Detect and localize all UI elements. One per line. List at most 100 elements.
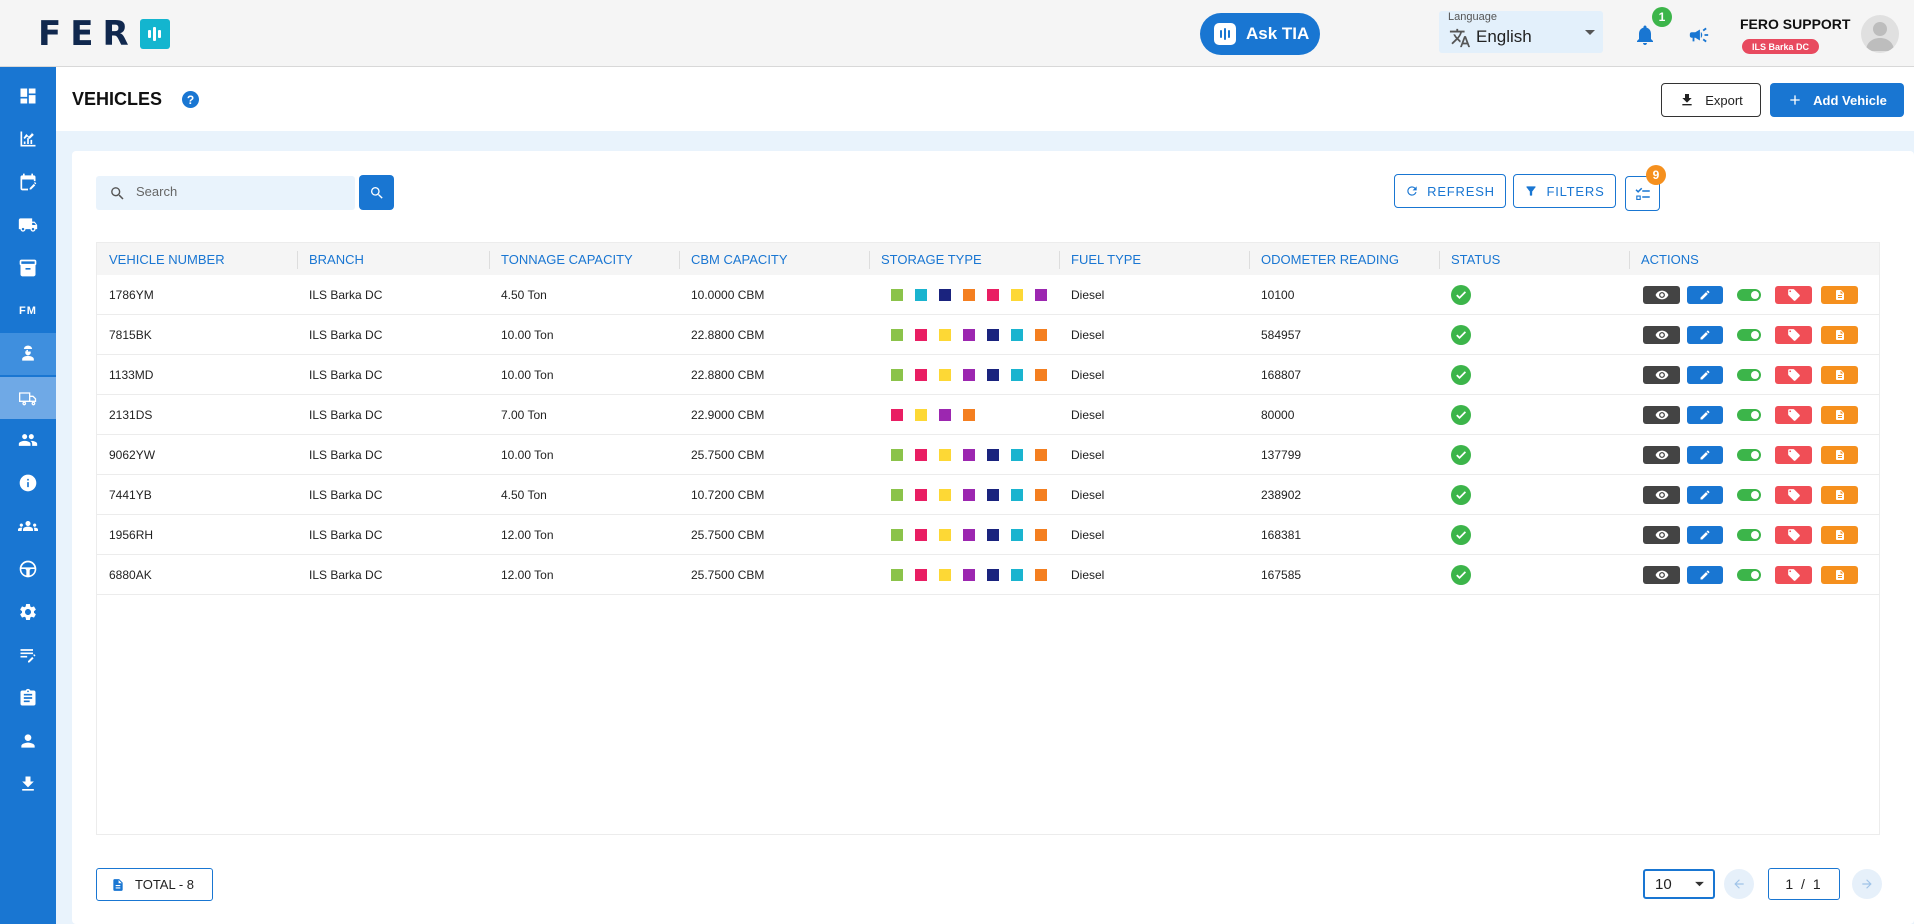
document-button[interactable] (1821, 286, 1858, 304)
tag-button[interactable] (1775, 486, 1812, 504)
table-row[interactable]: 1786YM ILS Barka DC 4.50 Ton 10.0000 CBM Die… (97, 275, 1879, 315)
refresh-button[interactable]: REFRESH (1394, 174, 1506, 208)
filters-button[interactable]: FILTERS (1513, 174, 1616, 208)
cell-odometer: 10100 (1261, 288, 1295, 302)
table-row[interactable]: 6880AK ILS Barka DC 12.00 Ton 25.7500 CBM Di… (97, 555, 1879, 595)
storage-swatch (963, 289, 975, 301)
edit-button[interactable] (1687, 486, 1723, 504)
document-button[interactable] (1821, 486, 1858, 504)
col-fuel-type[interactable]: FUEL TYPE (1071, 243, 1141, 275)
sidebar-item-fm[interactable]: FM (0, 290, 56, 332)
fero-logo[interactable]: FER (38, 14, 170, 54)
help-icon[interactable]: ? (182, 91, 199, 108)
bell-icon[interactable] (1633, 23, 1657, 47)
active-toggle[interactable] (1737, 329, 1761, 341)
view-button[interactable] (1643, 406, 1680, 424)
cell-fuel-type: Diesel (1071, 528, 1105, 542)
active-toggle[interactable] (1737, 369, 1761, 381)
sidebar-item-drivers[interactable] (0, 548, 56, 590)
view-button[interactable] (1643, 526, 1680, 544)
cell-vehicle-number: 9062YW (109, 448, 156, 462)
col-tonnage-capacity[interactable]: TONNAGE CAPACITY (501, 243, 633, 275)
active-toggle[interactable] (1737, 569, 1761, 581)
active-toggle[interactable] (1737, 529, 1761, 541)
col-vehicle-number[interactable]: VEHICLE NUMBER (109, 243, 225, 275)
table-row[interactable]: 2131DS ILS Barka DC 7.00 Ton 22.9000 CBM Die… (97, 395, 1879, 435)
sidebar-item-edit[interactable] (0, 634, 56, 676)
megaphone-icon[interactable] (1687, 24, 1711, 46)
user-name[interactable]: FERO SUPPORT (1740, 16, 1850, 32)
document-button[interactable] (1821, 566, 1858, 584)
table-row[interactable]: 1133MD ILS Barka DC 10.00 Ton 22.8800 CBM Di… (97, 355, 1879, 395)
sidebar-item-planner[interactable] (0, 161, 56, 203)
sidebar-item-fleet[interactable] (0, 333, 56, 375)
avatar[interactable] (1861, 15, 1899, 53)
sidebar-item-settings[interactable] (0, 591, 56, 633)
document-button[interactable] (1821, 366, 1858, 384)
tag-button[interactable] (1775, 366, 1812, 384)
view-button[interactable] (1643, 446, 1680, 464)
sidebar-item-trips[interactable] (0, 204, 56, 246)
view-button[interactable] (1643, 366, 1680, 384)
edit-button[interactable] (1687, 446, 1723, 464)
document-button[interactable] (1821, 526, 1858, 544)
edit-button[interactable] (1687, 366, 1723, 384)
edit-button[interactable] (1687, 326, 1723, 344)
tag-button[interactable] (1775, 326, 1812, 344)
language-select[interactable]: Language English (1439, 11, 1603, 53)
active-toggle[interactable] (1737, 289, 1761, 301)
add-vehicle-button[interactable]: Add Vehicle (1770, 83, 1904, 117)
storage-swatch (1011, 329, 1023, 341)
previous-page-button[interactable] (1724, 869, 1754, 899)
edit-button[interactable] (1687, 286, 1723, 304)
tag-button[interactable] (1775, 446, 1812, 464)
tag-button[interactable] (1775, 406, 1812, 424)
view-button[interactable] (1643, 286, 1680, 304)
col-storage-type[interactable]: STORAGE TYPE (881, 243, 982, 275)
sidebar-item-dashboard[interactable] (0, 75, 56, 117)
sidebar-item-inventory[interactable] (0, 247, 56, 289)
table-row[interactable]: 9062YW ILS Barka DC 10.00 Ton 25.7500 CBM Di… (97, 435, 1879, 475)
sidebar-item-users[interactable] (0, 419, 56, 461)
document-button[interactable] (1821, 446, 1858, 464)
sidebar-item-analytics[interactable] (0, 118, 56, 160)
edit-button[interactable] (1687, 566, 1723, 584)
sidebar-item-downloads[interactable] (0, 763, 56, 805)
col-branch[interactable]: BRANCH (309, 243, 364, 275)
eye-icon (1655, 490, 1668, 500)
search-input[interactable] (136, 184, 346, 199)
page-size-select[interactable]: 10 (1643, 869, 1715, 899)
active-toggle[interactable] (1737, 489, 1761, 501)
edit-button[interactable] (1687, 526, 1723, 544)
tag-button[interactable] (1775, 526, 1812, 544)
table-row[interactable]: 1956RH ILS Barka DC 12.00 Ton 25.7500 CBM Di… (97, 515, 1879, 555)
sidebar-item-info[interactable] (0, 462, 56, 504)
document-button[interactable] (1821, 326, 1858, 344)
document-button[interactable] (1821, 406, 1858, 424)
next-page-button[interactable] (1852, 869, 1882, 899)
cell-tonnage: 4.50 Ton (501, 488, 547, 502)
col-cbm-capacity[interactable]: CBM CAPACITY (691, 243, 788, 275)
total-count-button[interactable]: TOTAL - 8 (96, 868, 213, 901)
col-odometer-reading[interactable]: ODOMETER READING (1261, 243, 1399, 275)
sidebar-item-vehicles[interactable] (0, 377, 56, 419)
eye-icon (1655, 370, 1668, 380)
active-toggle[interactable] (1737, 409, 1761, 421)
sidebar-item-groups[interactable] (0, 505, 56, 547)
sidebar-item-profile[interactable] (0, 720, 56, 762)
col-status[interactable]: STATUS (1451, 243, 1500, 275)
table-row[interactable]: 7815BK ILS Barka DC 10.00 Ton 22.8800 CBM Di… (97, 315, 1879, 355)
edit-button[interactable] (1687, 406, 1723, 424)
view-button[interactable] (1643, 566, 1680, 584)
view-button[interactable] (1643, 486, 1680, 504)
search-button[interactable] (359, 175, 394, 210)
sidebar-item-reports[interactable] (0, 677, 56, 719)
active-toggle[interactable] (1737, 449, 1761, 461)
ask-tia-button[interactable]: Ask TIA (1200, 13, 1320, 55)
table-row[interactable]: 7441YB ILS Barka DC 4.50 Ton 10.7200 CBM Die… (97, 475, 1879, 515)
view-button[interactable] (1643, 326, 1680, 344)
export-button[interactable]: Export (1661, 83, 1761, 117)
storage-swatch (891, 449, 903, 461)
tag-button[interactable] (1775, 286, 1812, 304)
tag-button[interactable] (1775, 566, 1812, 584)
